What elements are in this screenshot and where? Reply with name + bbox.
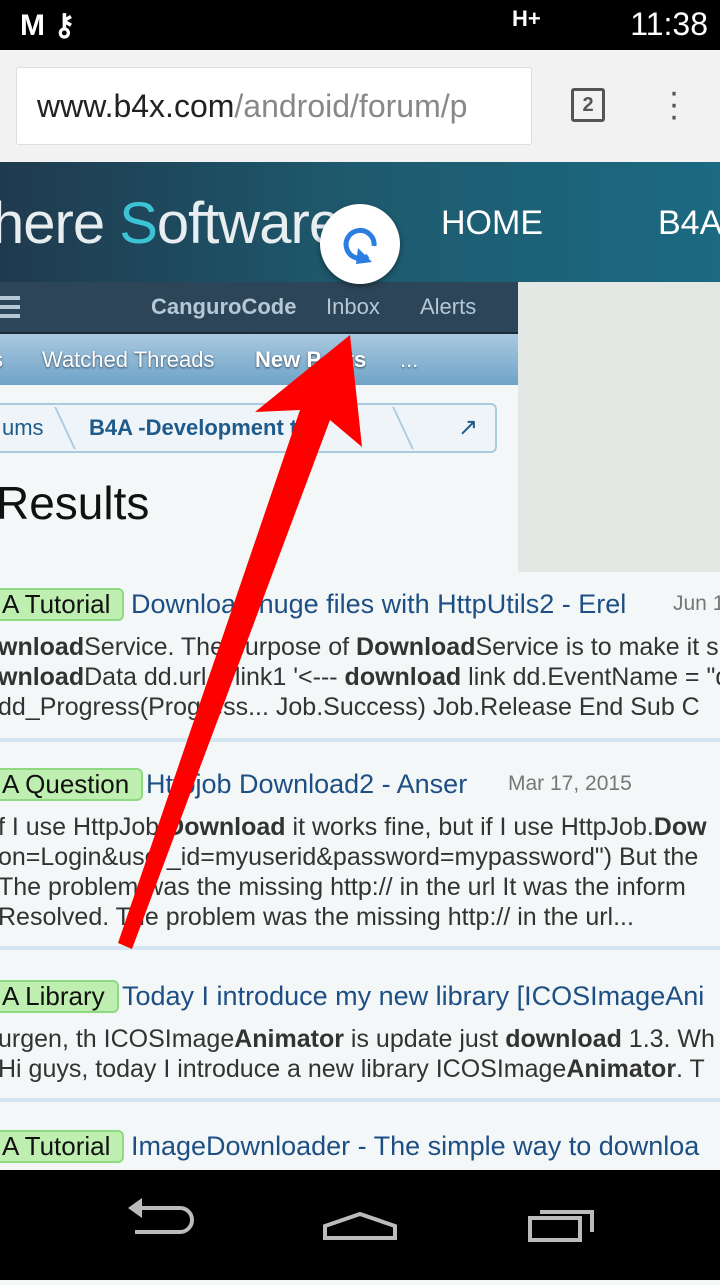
- snippet-text: dd_Progress(Progress... Job.Success) Job…: [0, 693, 700, 721]
- prefix-tag[interactable]: A Question: [0, 768, 144, 801]
- nav-b4a[interactable]: B4A: [658, 204, 720, 243]
- highlighted-term: Animator: [566, 1055, 677, 1083]
- result-title-link[interactable]: ImageDownloader - The simple way to down…: [131, 1130, 699, 1163]
- url-path: /android/forum/p: [234, 88, 468, 124]
- snippet-text: f I use HttpJob.: [0, 813, 167, 841]
- sub-navbar: s Watched Threads New Posts ...: [0, 334, 518, 385]
- snippet-text: The problem was the missing http:// in t…: [0, 873, 686, 901]
- snippet-text: on=Login&user_id=myuserid&password=mypas…: [0, 843, 699, 871]
- result-date: Mar 17, 2015: [508, 772, 632, 795]
- breadcrumb-current[interactable]: B4A -Development t...: [89, 415, 316, 441]
- snippet-text: . T: [676, 1055, 705, 1083]
- highlighted-term: Download: [356, 633, 476, 661]
- logo-rest: oftware: [156, 191, 341, 256]
- snippet-text: is update just: [343, 1025, 506, 1053]
- page-title: Results: [0, 477, 150, 529]
- result-title-link[interactable]: Today I introduce my new library [ICOSIm…: [122, 980, 704, 1013]
- result-snippet-line: urgen, th ICOSImageAnimator is update ju…: [0, 1024, 715, 1054]
- sidebar-panel: [518, 282, 720, 572]
- clock: 11:38: [630, 6, 708, 42]
- prefix-tag[interactable]: A Library: [0, 980, 119, 1013]
- url-bar[interactable]: www.b4x.com/android/forum/p: [16, 67, 532, 145]
- nav-inbox[interactable]: Inbox: [326, 294, 380, 320]
- nav-home[interactable]: HOME: [441, 204, 543, 243]
- user-navbar: CanguroCode Inbox Alerts: [0, 282, 518, 334]
- recents-icon[interactable]: [528, 1210, 594, 1242]
- result-snippet-line: f I use HttpJob.Download it works fine, …: [0, 812, 707, 842]
- highlighted-term: wnload: [0, 633, 85, 661]
- prefix-tag[interactable]: A Tutorial: [0, 588, 125, 621]
- nav-alerts[interactable]: Alerts: [420, 294, 476, 320]
- network-type: H+: [512, 6, 541, 31]
- nav-user[interactable]: CanguroCode: [151, 294, 296, 320]
- result-snippet-line: dd_Progress(Progress... Job.Success) Job…: [0, 692, 700, 722]
- subnav-new-posts[interactable]: New Posts: [255, 347, 366, 373]
- tab-switcher-button[interactable]: 2: [571, 88, 605, 122]
- refresh-icon: [343, 227, 377, 264]
- highlighted-term: Dow: [653, 813, 707, 841]
- hamburger-menu-icon[interactable]: [0, 296, 20, 318]
- snippet-text: Data dd.url = link1 '<---: [84, 663, 345, 691]
- logo-s: S: [119, 191, 158, 256]
- overflow-menu-icon[interactable]: · · ·: [664, 75, 684, 133]
- home-icon[interactable]: [323, 1211, 397, 1240]
- browser-toolbar: www.b4x.com/android/forum/p 2 · · ·: [0, 50, 720, 162]
- result-snippet-line: wnloadData dd.url = link1 '<--- download…: [0, 662, 720, 692]
- snippet-text: it works fine, but if I use HttpJob.: [285, 813, 654, 841]
- breadcrumb: ums B4A -Development t... ↗: [0, 403, 497, 453]
- result-snippet-line: wnloadService. The purpose of DownloadSe…: [0, 632, 719, 662]
- android-nav-bar: [0, 1170, 720, 1280]
- highlighted-term: download: [344, 663, 462, 691]
- snippet-text: 1.3. Wh: [621, 1025, 715, 1053]
- result-snippet-line: Resolved. The problem was the missing ht…: [0, 902, 634, 932]
- subnav-more[interactable]: ...: [400, 347, 418, 373]
- result-snippet-line: Hi guys, today I introduce a new library…: [0, 1054, 705, 1084]
- status-bar: M ⚷ H+ 11:38: [0, 0, 720, 50]
- prefix-tag[interactable]: A Tutorial: [0, 1130, 125, 1163]
- highlighted-term: download: [505, 1025, 622, 1053]
- notification-icons: M ⚷: [20, 9, 76, 42]
- result-snippet-line: on=Login&user_id=myuserid&password=mypas…: [0, 842, 698, 872]
- logo-text: here: [0, 191, 120, 256]
- result-divider: [0, 738, 720, 742]
- site-logo[interactable]: here Software: [0, 190, 341, 257]
- result-divider: [0, 1098, 720, 1102]
- url-domain: www.b4x.com: [37, 88, 235, 124]
- snippet-text: Hi guys, today I introduce a new library…: [0, 1055, 567, 1083]
- breadcrumb-separator: [360, 407, 414, 449]
- highlighted-term: Animator: [234, 1025, 344, 1053]
- jump-icon[interactable]: ↗: [458, 413, 478, 442]
- snippet-text: Service is to make it s: [475, 633, 719, 661]
- snippet-text: urgen, th ICOSImage: [0, 1025, 235, 1053]
- highlighted-term: Download: [166, 813, 286, 841]
- result-snippet-line: The problem was the missing http:// in t…: [0, 872, 686, 902]
- snippet-text: link dd.EventName = "d: [461, 663, 720, 691]
- subnav-cut[interactable]: s: [0, 347, 3, 373]
- back-icon[interactable]: [128, 1198, 194, 1234]
- snippet-text: Service. The purpose of: [84, 633, 357, 661]
- result-title-link[interactable]: Download huge files with HttpUtils2 - Er…: [131, 588, 626, 621]
- result-title-link[interactable]: Httpjob Download2 - Anser: [146, 768, 467, 801]
- subnav-watched-threads[interactable]: Watched Threads: [42, 347, 214, 373]
- result-date: Jun 1: [673, 592, 720, 615]
- snippet-text: Resolved. The problem was the missing ht…: [0, 903, 634, 931]
- refresh-button[interactable]: [320, 204, 400, 284]
- result-divider: [0, 946, 720, 950]
- highlighted-term: wnload: [0, 663, 85, 691]
